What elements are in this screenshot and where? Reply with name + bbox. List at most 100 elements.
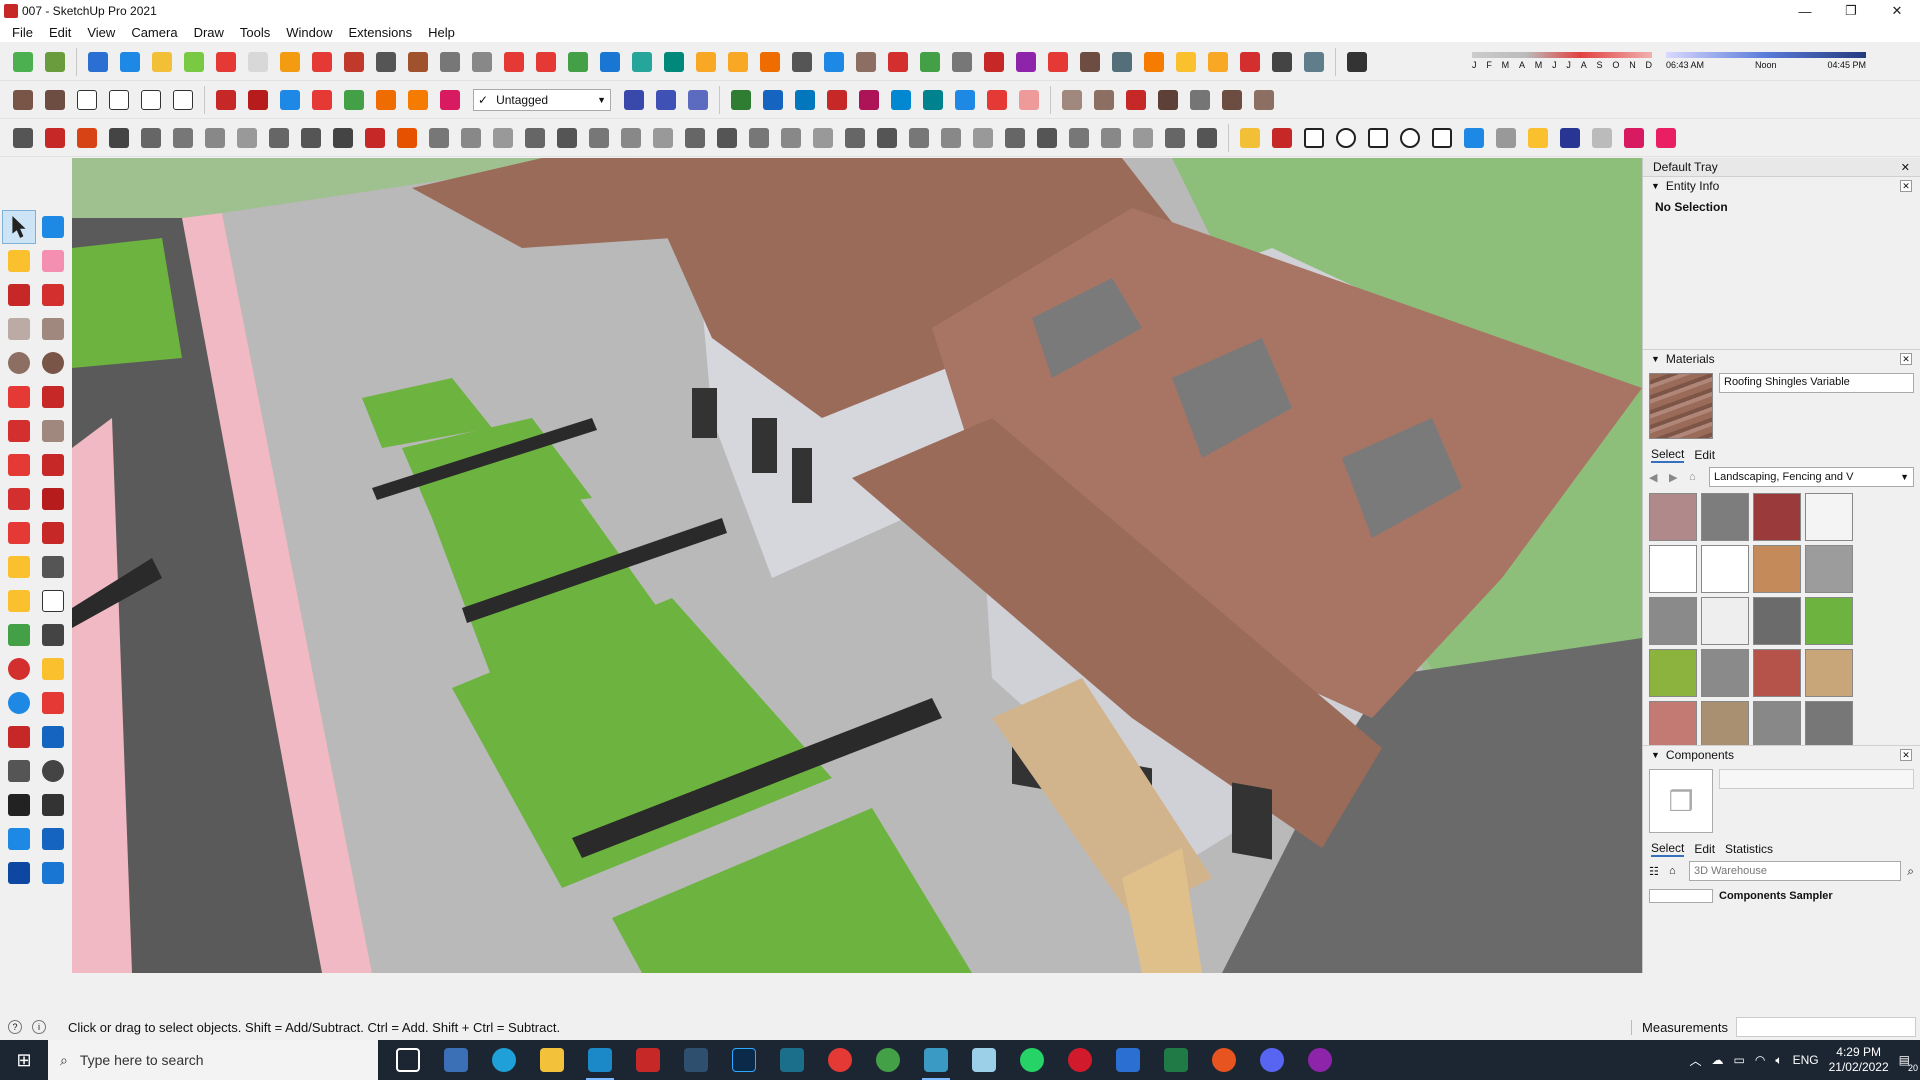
menu-extensions[interactable]: Extensions [341,25,421,40]
curve-button[interactable] [467,47,497,77]
shape-p-button[interactable] [712,123,742,153]
grammarly-app[interactable] [1200,1040,1248,1080]
components-tab-select[interactable]: Select [1651,841,1685,857]
warehouse-d-button[interactable] [36,856,70,890]
material-swatch[interactable] [1701,597,1749,645]
sketchup-layout-app[interactable] [768,1040,816,1080]
cross-tool-button[interactable] [595,47,625,77]
components-header[interactable]: ▼ Components ✕ [1643,745,1920,763]
shape-d-button[interactable] [264,123,294,153]
display-section-button[interactable] [339,47,369,77]
task-view-button[interactable] [384,1040,432,1080]
material-swatch[interactable] [1701,701,1749,745]
sandbox-from-scratch-button[interactable] [40,47,70,77]
pink-tool-b-button[interactable] [1651,123,1681,153]
push-tool-c-button[interactable] [275,85,305,115]
push-tool-a-button[interactable] [211,85,241,115]
shape-o-button[interactable] [680,123,710,153]
ellipse-button[interactable] [1395,123,1425,153]
material-tool-e-button[interactable] [1185,85,1215,115]
freehand-a-button[interactable] [8,123,38,153]
grid-gold-button[interactable] [1203,47,1233,77]
solid-tools-f-button[interactable] [886,85,916,115]
rectangle-tool-button[interactable] [2,312,36,346]
solid-tools-b-button[interactable] [758,85,788,115]
notification-icon[interactable]: ▤ 20 [1899,1053,1918,1073]
line-tool-button[interactable] [2,278,36,312]
3d-text-button[interactable] [36,618,70,652]
shape-i-button[interactable] [488,123,518,153]
tag-tool-b-button[interactable] [651,85,681,115]
windows-start-button[interactable]: ⊞ [0,1040,48,1080]
taskbar-clock[interactable]: 4:29 PM 21/02/2022 [1829,1045,1889,1075]
axes-tool-button[interactable] [2,618,36,652]
material-tool-a-button[interactable] [1057,85,1087,115]
extension-f-button[interactable] [1075,47,1105,77]
forward-arrow-icon[interactable]: ▶ [1669,471,1683,484]
freehand-c-button[interactable] [72,123,102,153]
extension-d-button[interactable] [1011,47,1041,77]
solid-tools-g-button[interactable] [918,85,948,115]
loop-button[interactable] [787,47,817,77]
whatsapp-app[interactable] [1008,1040,1056,1080]
warehouse-a-button[interactable] [2,822,36,856]
material-tool-f-button[interactable] [1217,85,1247,115]
shadows-toggle-button[interactable] [1342,47,1372,77]
material-swatch[interactable] [1649,649,1697,697]
chrome-profile-app[interactable] [864,1040,912,1080]
move-axis-button[interactable] [819,47,849,77]
components-sampler-label[interactable]: Components Sampler [1719,890,1833,902]
extension-e-button[interactable] [1043,47,1073,77]
tag-edit-button[interactable] [1235,123,1265,153]
info-icon[interactable]: i [32,1020,46,1034]
left-view-button[interactable] [168,85,198,115]
material-swatch[interactable] [1753,649,1801,697]
menu-camera[interactable]: Camera [123,25,185,40]
undo-button[interactable] [275,47,305,77]
close-button[interactable]: ✕ [1874,0,1920,22]
material-swatch[interactable] [1701,493,1749,541]
paint-bucket-button[interactable] [2,244,36,278]
back-view-button[interactable] [136,85,166,115]
shape-q-button[interactable] [744,123,774,153]
menu-draw[interactable]: Draw [186,25,232,40]
chevron-up-icon[interactable]: ︿ [1690,1052,1702,1069]
view-options-icon[interactable]: ☷ [1649,865,1663,878]
wireframe-button[interactable] [115,47,145,77]
circle-dashed-button[interactable] [1267,47,1297,77]
back-arrow-icon[interactable]: ◀ [1649,471,1663,484]
app-grid-button[interactable] [672,1040,720,1080]
orbit-button[interactable] [2,652,36,686]
zoom-window-button[interactable] [36,686,70,720]
search-icon[interactable]: ⌕ [1907,864,1914,879]
close-icon[interactable]: ✕ [1900,748,1912,761]
extension-c-button[interactable] [979,47,1009,77]
shape-s-button[interactable] [808,123,838,153]
photoshop-app[interactable] [720,1040,768,1080]
tag-tool-c-button[interactable] [683,85,713,115]
material-tool-d-button[interactable] [1153,85,1183,115]
shape-g-button[interactable] [424,123,454,153]
join-button[interactable] [435,47,465,77]
shape-l-button[interactable] [584,123,614,153]
follow-me-button[interactable] [36,482,70,516]
tray-pin-icon[interactable]: ✕ [1901,161,1910,174]
push-tool-e-button[interactable] [339,85,369,115]
extension-b-button[interactable] [947,47,977,77]
shape-m-button[interactable] [616,123,646,153]
material-swatch[interactable] [1805,649,1853,697]
material-swatch[interactable] [1805,597,1853,645]
push-tool-g-button[interactable] [403,85,433,115]
sketchup-style-app[interactable] [912,1040,960,1080]
push-tool-b-button[interactable] [243,85,273,115]
geo-location-icon[interactable]: ? [8,1020,22,1034]
x-ray-button[interactable] [83,47,113,77]
arc-tool-button[interactable] [2,380,36,414]
section-plane-button[interactable] [307,47,337,77]
push-tool-f-button[interactable] [371,85,401,115]
material-swatch[interactable] [1753,701,1801,745]
component-name-field[interactable] [1719,769,1914,789]
shape-r-button[interactable] [776,123,806,153]
components-tab-edit[interactable]: Edit [1694,842,1715,856]
material-swatch[interactable] [1805,701,1853,745]
